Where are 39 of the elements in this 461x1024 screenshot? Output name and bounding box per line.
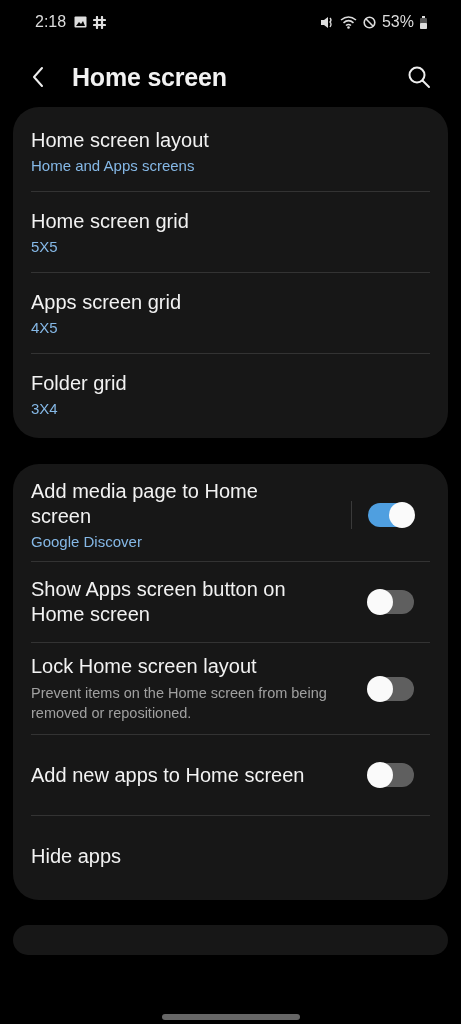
- setting-title: Folder grid: [31, 371, 128, 396]
- toggle-switch[interactable]: [368, 763, 414, 787]
- settings-item[interactable]: Add new apps to Home screen: [13, 735, 448, 815]
- setting-title: Hide apps: [31, 843, 123, 869]
- setting-value: Google Discover: [31, 533, 143, 550]
- setting-value: Home and Apps screens: [31, 157, 196, 174]
- setting-description: Prevent items on the Home screen from being removed or repositioned.: [31, 684, 328, 723]
- setting-title: Apps screen grid: [31, 290, 183, 315]
- settings-item[interactable]: Lock Home screen layout Prevent items on the Home screen from being removed or repositioned.: [13, 643, 448, 734]
- toggle-switch[interactable]: [368, 502, 414, 527]
- blocked-icon: [362, 15, 376, 29]
- setting-value: 4X5: [31, 319, 59, 336]
- settings-item[interactable]: Add media page to Home screen Google Discover: [13, 468, 448, 561]
- search-icon[interactable]: [407, 65, 431, 89]
- hash-icon: [93, 15, 107, 29]
- settings-item[interactable]: Apps screen grid 4X5: [13, 273, 448, 353]
- setting-title: Show Apps screen button on Home screen: [31, 577, 287, 627]
- battery-percent: 53%: [381, 13, 414, 31]
- setting-title: Add media page to Home screen: [31, 479, 259, 529]
- settings-item[interactable]: Folder grid 3X4: [13, 354, 448, 434]
- mute-icon: [319, 15, 334, 29]
- toggle-switch[interactable]: [368, 590, 414, 614]
- toggle-switch[interactable]: [368, 676, 414, 701]
- page-title: Home screen: [72, 62, 227, 92]
- setting-value: 3X4: [31, 400, 59, 417]
- battery-icon: [420, 15, 427, 29]
- status-time: 2:18: [35, 13, 67, 31]
- setting-title: Add new apps to Home screen: [31, 762, 306, 788]
- image-icon: [74, 16, 88, 28]
- setting-value: 5X5: [31, 238, 59, 255]
- settings-item[interactable]: Home screen layout Home and Apps screens: [13, 111, 448, 191]
- settings-item[interactable]: Hide apps: [13, 816, 448, 896]
- settings-item[interactable]: Home screen grid 5X5: [13, 192, 448, 272]
- wifi-icon: [339, 15, 357, 29]
- back-icon[interactable]: [32, 66, 44, 88]
- setting-title: Lock Home screen layout: [31, 654, 258, 679]
- setting-title: Home screen layout: [31, 128, 210, 153]
- setting-title: Home screen grid: [31, 209, 190, 234]
- settings-item[interactable]: Show Apps screen button on Home screen: [13, 562, 448, 642]
